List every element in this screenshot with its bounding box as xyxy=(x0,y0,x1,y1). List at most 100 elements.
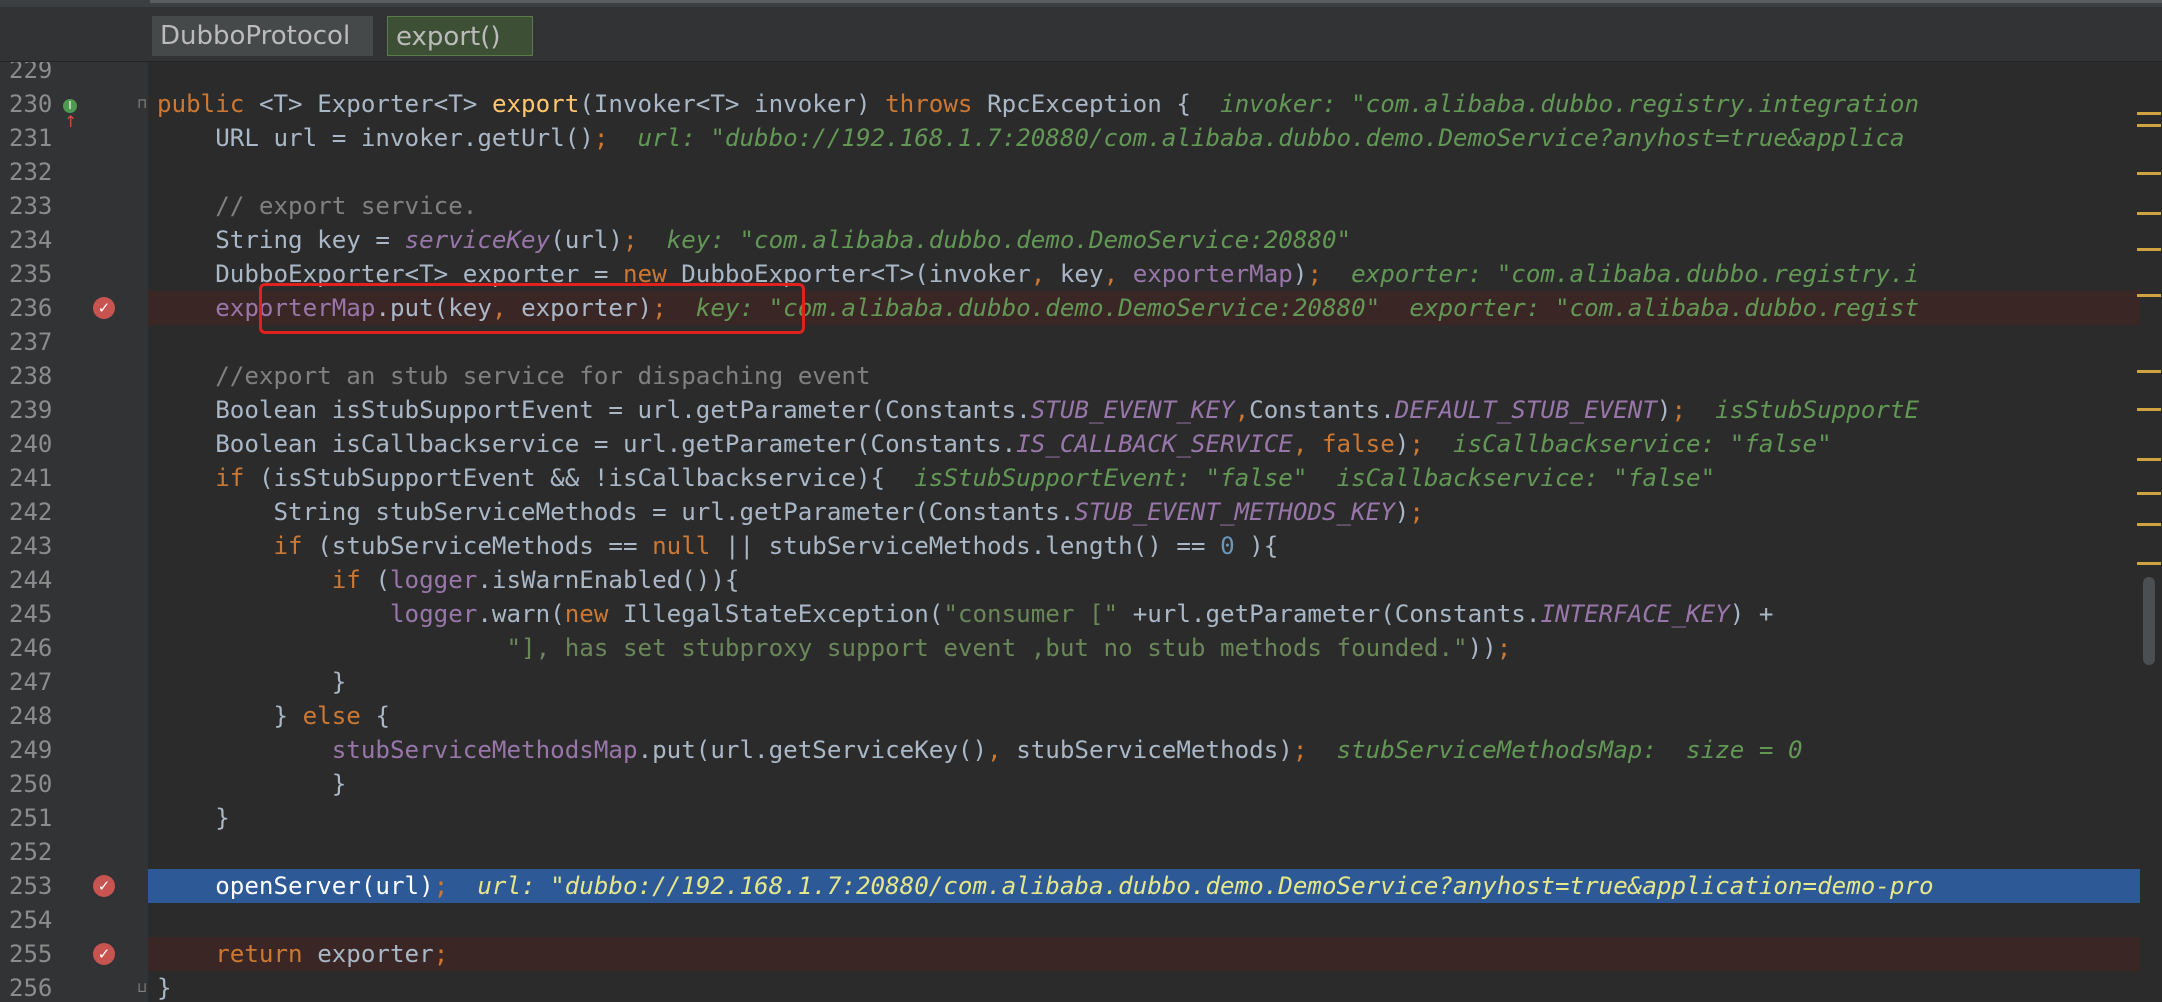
code-text[interactable]: if (logger.isWarnEnabled()){ xyxy=(157,563,740,597)
line-gutter[interactable]: 248 xyxy=(0,699,148,733)
code-text[interactable]: URL url = invoker.getUrl(); url: "dubbo:… xyxy=(157,121,1904,155)
line-gutter[interactable]: 256 ⊔ xyxy=(0,971,148,1002)
line-gutter[interactable]: 244 xyxy=(0,563,148,597)
code-line-231[interactable]: 231 URL url = invoker.getUrl(); url: "du… xyxy=(0,121,2162,155)
scroll-marker[interactable] xyxy=(2137,112,2161,115)
line-gutter[interactable]: 229 xyxy=(0,62,148,87)
line-gutter[interactable]: 243 xyxy=(0,529,148,563)
scroll-marker[interactable] xyxy=(2137,408,2161,411)
line-gutter[interactable]: 253 ✓ xyxy=(0,869,148,903)
code-text[interactable]: String stubServiceMethods = url.getParam… xyxy=(157,495,1423,529)
code-text[interactable]: stubServiceMethodsMap.put(url.getService… xyxy=(157,733,1803,767)
scroll-marker[interactable] xyxy=(2137,370,2161,373)
code-token: String stubServiceMethods = url.getParam… xyxy=(157,498,1075,526)
code-text[interactable]: if (isStubSupportEvent && !isCallbackser… xyxy=(157,461,1715,495)
code-token: , xyxy=(1234,396,1250,424)
code-line-229[interactable]: 229 xyxy=(0,62,2162,87)
line-gutter[interactable]: 237 xyxy=(0,325,148,359)
scroll-marker[interactable] xyxy=(2137,562,2161,565)
code-text[interactable]: } xyxy=(157,665,347,699)
editor-scrollbar[interactable] xyxy=(2140,62,2162,1002)
code-text[interactable]: } xyxy=(157,767,347,801)
code-line-239[interactable]: 239 Boolean isStubSupportEvent = url.get… xyxy=(0,393,2162,427)
implements-method-icon[interactable]: I↑ xyxy=(63,95,81,131)
code-line-255[interactable]: 255 ✓ return exporter; xyxy=(0,937,2162,971)
breakpoint-check-icon[interactable]: ✓ xyxy=(93,943,115,965)
code-line-250[interactable]: 250 } xyxy=(0,767,2162,801)
scroll-marker[interactable] xyxy=(2137,458,2161,461)
line-gutter[interactable]: 236 ✓ xyxy=(0,291,148,325)
code-line-251[interactable]: 251 } xyxy=(0,801,2162,835)
line-number: 230 xyxy=(9,90,53,118)
scroll-marker[interactable] xyxy=(2137,172,2161,175)
code-line-233[interactable]: 233 // export service. xyxy=(0,189,2162,223)
line-gutter[interactable]: 240 xyxy=(0,427,148,461)
code-text[interactable]: Boolean isCallbackservice = url.getParam… xyxy=(157,427,1831,461)
scroll-marker[interactable] xyxy=(2137,492,2161,495)
breakpoint-check-icon[interactable]: ✓ xyxy=(93,297,115,319)
line-gutter[interactable]: 252 xyxy=(0,835,148,869)
line-gutter[interactable]: 234 xyxy=(0,223,148,257)
code-text[interactable]: } xyxy=(157,801,230,835)
code-line-245[interactable]: 245 logger.warn(new IllegalStateExceptio… xyxy=(0,597,2162,631)
code-text[interactable]: return exporter; xyxy=(157,937,448,971)
code-text[interactable]: "], has set stubproxy support event ,but… xyxy=(157,631,1512,665)
fold-marker-icon[interactable]: ⊔ xyxy=(138,981,152,995)
code-line-241[interactable]: 241 if (isStubSupportEvent && !isCallbac… xyxy=(0,461,2162,495)
scroll-marker[interactable] xyxy=(2137,212,2161,215)
code-text[interactable]: public <T> Exporter<T> export(Invoker<T>… xyxy=(157,87,1919,121)
code-text[interactable]: if (stubServiceMethods == null || stubSe… xyxy=(157,529,1279,563)
code-line-253[interactable]: 253 ✓ openServer(url); url: "dubbo://192.… xyxy=(0,869,2162,903)
line-gutter[interactable]: 241 xyxy=(0,461,148,495)
code-line-249[interactable]: 249 stubServiceMethodsMap.put(url.getSer… xyxy=(0,733,2162,767)
code-text[interactable]: String key = serviceKey(url); key: "com.… xyxy=(157,223,1351,257)
code-line-243[interactable]: 243 if (stubServiceMethods == null || st… xyxy=(0,529,2162,563)
line-gutter[interactable]: 239 xyxy=(0,393,148,427)
code-line-240[interactable]: 240 Boolean isCallbackservice = url.getP… xyxy=(0,427,2162,461)
code-line-246[interactable]: 246 "], has set stubproxy support event … xyxy=(0,631,2162,665)
line-gutter[interactable]: 232 xyxy=(0,155,148,189)
line-gutter[interactable]: 246 xyxy=(0,631,148,665)
line-gutter[interactable]: 245 xyxy=(0,597,148,631)
code-text[interactable]: // export service. xyxy=(157,189,477,223)
scroll-marker[interactable] xyxy=(2137,248,2161,251)
line-gutter[interactable]: 255 ✓ xyxy=(0,937,148,971)
code-line-232[interactable]: 232 xyxy=(0,155,2162,189)
code-editor[interactable]: 229 230 I↑ ⊓ public <T> Exporter<T> export(I… xyxy=(0,62,2162,1002)
code-line-252[interactable]: 252 xyxy=(0,835,2162,869)
line-gutter[interactable]: 249 xyxy=(0,733,148,767)
line-gutter[interactable]: 233 xyxy=(0,189,148,223)
scroll-marker[interactable] xyxy=(2137,294,2161,297)
code-line-247[interactable]: 247 } xyxy=(0,665,2162,699)
line-gutter[interactable]: 247 xyxy=(0,665,148,699)
code-line-242[interactable]: 242 String stubServiceMethods = url.getP… xyxy=(0,495,2162,529)
line-gutter[interactable]: 230 I↑ ⊓ xyxy=(0,87,148,131)
line-gutter[interactable]: 231 xyxy=(0,121,148,155)
line-gutter[interactable]: 251 xyxy=(0,801,148,835)
code-line-248[interactable]: 248 } else { xyxy=(0,699,2162,733)
breakpoint-check-icon[interactable]: ✓ xyxy=(93,875,115,897)
code-text[interactable]: //export an stub service for dispaching … xyxy=(157,359,870,393)
line-gutter[interactable]: 238 xyxy=(0,359,148,393)
code-line-244[interactable]: 244 if (logger.isWarnEnabled()){ xyxy=(0,563,2162,597)
line-gutter[interactable]: 250 xyxy=(0,767,148,801)
scroll-marker[interactable] xyxy=(2137,124,2161,127)
line-gutter[interactable]: 242 xyxy=(0,495,148,529)
scroll-marker[interactable] xyxy=(2137,523,2161,526)
code-text[interactable]: logger.warn(new IllegalStateException("c… xyxy=(157,597,1773,631)
code-text[interactable]: } else { xyxy=(157,699,390,733)
scroll-thumb[interactable] xyxy=(2143,577,2155,665)
code-line-234[interactable]: 234 String key = serviceKey(url); key: "… xyxy=(0,223,2162,257)
code-line-256[interactable]: 256 ⊔} xyxy=(0,971,2162,1002)
fold-marker-icon[interactable]: ⊓ xyxy=(138,97,152,111)
breadcrumb-method[interactable]: export() xyxy=(387,16,533,56)
code-text[interactable]: } xyxy=(157,971,172,1002)
line-gutter[interactable]: 254 xyxy=(0,903,148,937)
code-text[interactable]: Boolean isStubSupportEvent = url.getPara… xyxy=(157,393,1919,427)
code-text[interactable]: openServer(url); url: "dubbo://192.168.1… xyxy=(157,869,1933,903)
code-line-238[interactable]: 238 //export an stub service for dispach… xyxy=(0,359,2162,393)
breadcrumb-class[interactable]: DubboProtocol xyxy=(152,16,373,56)
code-line-254[interactable]: 254 xyxy=(0,903,2162,937)
code-line-230[interactable]: 230 I↑ ⊓ public <T> Exporter<T> export(Invo… xyxy=(0,87,2162,131)
line-gutter[interactable]: 235 xyxy=(0,257,148,291)
